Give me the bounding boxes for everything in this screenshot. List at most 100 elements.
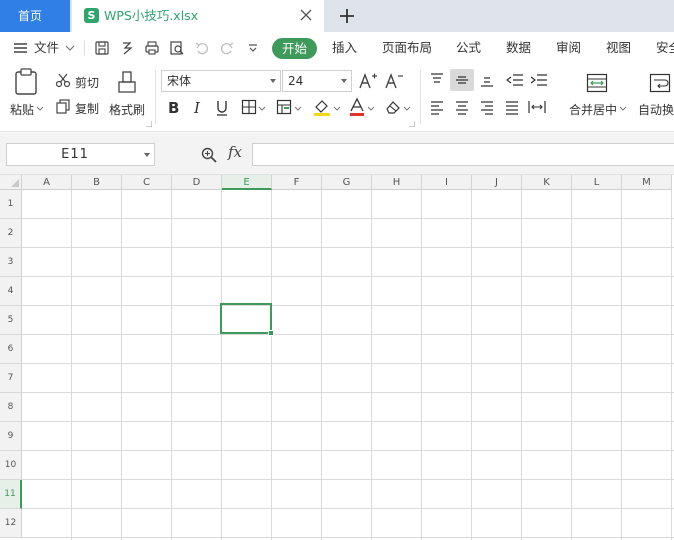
paste-icon[interactable] — [13, 68, 39, 96]
select-all-corner[interactable] — [0, 175, 22, 190]
menu-tab-view[interactable]: 视图 — [606, 32, 631, 64]
font-size-select[interactable]: 24 — [282, 70, 352, 92]
column-header-c[interactable]: C — [122, 175, 172, 190]
row-header-2[interactable]: 2 — [0, 219, 22, 248]
align-middle-icon[interactable] — [454, 72, 470, 88]
row-header-11[interactable]: 11 — [0, 480, 22, 509]
group-expand-icon[interactable] — [409, 121, 415, 127]
chevron-down-icon[interactable] — [144, 153, 150, 157]
wrap-text-icon[interactable] — [649, 72, 671, 94]
row-header-8[interactable]: 8 — [0, 393, 22, 422]
menu-tab-security[interactable]: 安全 — [656, 32, 674, 64]
borders-icon[interactable] — [241, 99, 257, 115]
align-center-icon[interactable] — [454, 99, 470, 115]
align-right-icon[interactable] — [479, 99, 495, 115]
column-header-i[interactable]: I — [422, 175, 472, 190]
row-header-3[interactable]: 3 — [0, 248, 22, 277]
row-header-1[interactable]: 1 — [0, 190, 22, 219]
row-header-10[interactable]: 10 — [0, 451, 22, 480]
group-expand-icon[interactable] — [146, 121, 152, 127]
format-painter-icon[interactable] — [116, 70, 138, 96]
format-painter-label[interactable]: 格式刷 — [109, 101, 145, 118]
column-header-m[interactable]: M — [622, 175, 672, 190]
tab-document[interactable]: S WPS小技巧.xlsx — [72, 0, 324, 32]
formula-input[interactable] — [252, 143, 674, 166]
close-icon[interactable] — [298, 7, 314, 23]
column-header-b[interactable]: B — [72, 175, 122, 190]
fill-color-icon[interactable] — [312, 97, 332, 117]
increase-font-size-icon[interactable] — [358, 71, 378, 91]
column-header-e[interactable]: E — [222, 175, 272, 190]
justify-icon[interactable] — [504, 99, 520, 115]
row-header-7[interactable]: 7 — [0, 364, 22, 393]
align-top-icon[interactable] — [429, 72, 445, 88]
insert-function-icon[interactable]: fx — [228, 143, 242, 161]
scissors-icon[interactable] — [55, 72, 71, 88]
menu-tab-formulas[interactable]: 公式 — [456, 32, 481, 64]
underline-icon[interactable] — [214, 99, 230, 117]
print-icon[interactable] — [144, 40, 160, 56]
distributed-align-icon[interactable] — [528, 99, 546, 115]
clear-format-icon[interactable] — [384, 99, 402, 115]
paste-label[interactable]: 粘贴 — [10, 101, 34, 118]
chevron-down-icon[interactable] — [64, 42, 76, 54]
increase-indent-icon[interactable] — [530, 72, 548, 88]
font-color-icon[interactable] — [348, 97, 366, 117]
tab-home[interactable]: 首页 — [0, 0, 70, 32]
column-header-k[interactable]: K — [522, 175, 572, 190]
chevron-down-icon[interactable] — [333, 106, 341, 112]
bold-icon[interactable]: B — [165, 99, 181, 115]
file-menu[interactable]: 文件 — [34, 32, 59, 64]
column-header-g[interactable]: G — [322, 175, 372, 190]
zoom-search-icon[interactable] — [200, 146, 218, 164]
export-icon[interactable] — [119, 40, 135, 56]
align-bottom-icon[interactable] — [479, 72, 495, 88]
cell-style-icon[interactable] — [276, 99, 292, 115]
merge-center-icon[interactable] — [586, 72, 608, 94]
spreadsheet-grid[interactable]: A B C D E F G H I J K L M 1 2 3 4 5 6 7 8 9 10 11 12 — [0, 175, 674, 540]
row-header-9[interactable]: 9 — [0, 422, 22, 451]
copy-icon[interactable] — [55, 98, 71, 114]
menu-tab-review[interactable]: 审阅 — [556, 32, 581, 64]
chevron-down-icon[interactable] — [36, 106, 44, 112]
cut-label[interactable]: 剪切 — [75, 74, 99, 91]
column-header-a[interactable]: A — [22, 175, 72, 190]
chevron-down-icon[interactable] — [294, 106, 302, 112]
column-header-f[interactable]: F — [272, 175, 322, 190]
menu-tab-insert[interactable]: 插入 — [332, 32, 357, 64]
font-name-select[interactable]: 宋体 — [161, 70, 281, 92]
merge-center-label[interactable]: 合并居中 — [569, 101, 617, 118]
copy-label[interactable]: 复制 — [75, 100, 99, 117]
name-box[interactable]: E11 — [6, 143, 155, 166]
hamburger-menu-icon[interactable] — [13, 40, 29, 56]
menu-tab-home[interactable]: 开始 — [272, 38, 318, 59]
new-tab-plus-icon[interactable] — [338, 6, 356, 26]
row-header-6[interactable]: 6 — [0, 335, 22, 364]
chevron-down-icon[interactable] — [403, 106, 411, 112]
chevron-down-icon[interactable] — [367, 106, 375, 112]
grid-column-line — [471, 190, 472, 540]
fill-handle[interactable] — [268, 330, 274, 336]
row-header-5[interactable]: 5 — [0, 306, 22, 335]
customize-toolbar-icon[interactable] — [245, 40, 261, 56]
redo-icon[interactable] — [219, 40, 235, 56]
menu-tab-page-layout[interactable]: 页面布局 — [382, 32, 432, 64]
decrease-font-size-icon[interactable] — [384, 71, 404, 91]
row-header-12[interactable]: 12 — [0, 509, 22, 538]
decrease-indent-icon[interactable] — [506, 72, 524, 88]
chevron-down-icon[interactable] — [258, 106, 266, 112]
column-header-d[interactable]: D — [172, 175, 222, 190]
column-header-j[interactable]: J — [472, 175, 522, 190]
align-left-icon[interactable] — [429, 99, 445, 115]
save-icon[interactable] — [94, 40, 110, 56]
column-header-h[interactable]: H — [372, 175, 422, 190]
print-preview-icon[interactable] — [169, 40, 185, 56]
italic-icon[interactable]: I — [190, 99, 206, 115]
column-header-l[interactable]: L — [572, 175, 622, 190]
wrap-text-label[interactable]: 自动换 — [638, 101, 674, 118]
active-cell-selection[interactable] — [220, 303, 272, 334]
row-header-4[interactable]: 4 — [0, 277, 22, 306]
undo-icon[interactable] — [194, 40, 210, 56]
menu-tab-data[interactable]: 数据 — [506, 32, 531, 64]
chevron-down-icon[interactable] — [619, 106, 627, 112]
